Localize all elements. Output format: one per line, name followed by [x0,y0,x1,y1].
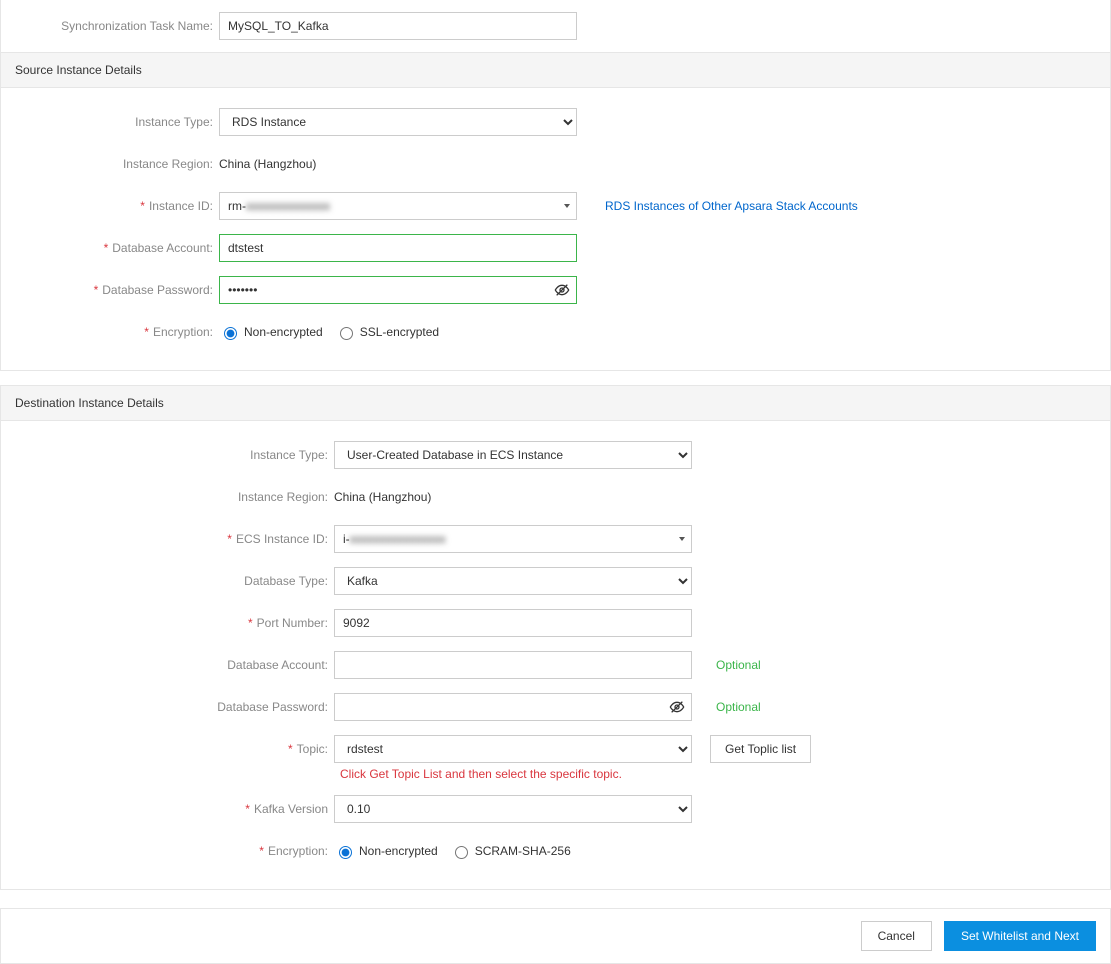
dst-topic-label: *Topic: [1,742,334,756]
dst-kafka-version-label: *Kafka Version [1,802,334,816]
src-encryption-label: *Encryption: [1,325,219,339]
eye-icon[interactable] [668,698,686,716]
eye-icon[interactable] [553,281,571,299]
src-region-label: Instance Region: [1,157,219,171]
dst-account-optional: Optional [716,658,761,672]
chevron-down-icon [679,537,685,541]
dst-topic-hint: Click Get Topic List and then select the… [340,767,698,781]
cancel-button[interactable]: Cancel [861,921,932,951]
dst-encryption-label: *Encryption: [1,844,334,858]
dest-section: Destination Instance Details Instance Ty… [0,385,1111,890]
dst-region-value: China (Hangzhou) [334,490,431,504]
dst-db-type-select[interactable]: Kafka [334,567,692,595]
src-region-value: China (Hangzhou) [219,157,316,171]
dst-ecs-id-label: *ECS Instance ID: [1,532,334,546]
rds-other-accounts-link[interactable]: RDS Instances of Other Apsara Stack Acco… [605,199,858,213]
dst-db-password-input[interactable] [334,693,692,721]
dst-password-optional: Optional [716,700,761,714]
dst-encryption-non[interactable]: Non-encrypted [334,843,438,859]
task-name-label: Synchronization Task Name: [1,19,219,33]
src-db-password-label: *Database Password: [1,283,219,297]
dest-header: Destination Instance Details [1,385,1110,421]
dst-instance-type-select[interactable]: User-Created Database in ECS Instance [334,441,692,469]
src-db-account-input[interactable] [219,234,577,262]
src-db-account-label: *Database Account: [1,241,219,255]
dst-encryption-scram[interactable]: SCRAM-SHA-256 [450,843,571,859]
src-encryption-ssl[interactable]: SSL-encrypted [335,324,439,340]
dst-db-account-input[interactable] [334,651,692,679]
src-instance-id-label: *Instance ID: [1,199,219,213]
get-topic-list-button[interactable]: Get Toplic list [710,735,811,763]
dst-ecs-id-combo[interactable]: i-xxxxxxxxxxxxxxxx [334,525,692,553]
dst-db-type-label: Database Type: [1,574,334,588]
src-db-password-input[interactable] [219,276,577,304]
dst-port-input[interactable] [334,609,692,637]
src-instance-type-select[interactable]: RDS Instance [219,108,577,136]
dst-instance-type-label: Instance Type: [1,448,334,462]
src-instance-id-combo[interactable]: rm-xxxxxxxxxxxxxx [219,192,577,220]
dst-region-label: Instance Region: [1,490,334,504]
task-name-input[interactable] [219,12,577,40]
footer-actions: Cancel Set Whitelist and Next [0,908,1111,964]
task-name-row: Synchronization Task Name: [0,0,1111,52]
set-whitelist-next-button[interactable]: Set Whitelist and Next [944,921,1096,951]
dst-kafka-version-select[interactable]: 0.10 [334,795,692,823]
dst-db-account-label: Database Account: [1,658,334,672]
src-instance-type-label: Instance Type: [1,115,219,129]
chevron-down-icon [564,204,570,208]
source-header: Source Instance Details [1,52,1110,88]
src-encryption-non[interactable]: Non-encrypted [219,324,323,340]
dst-port-label: *Port Number: [1,616,334,630]
source-section: Source Instance Details Instance Type: R… [0,52,1111,371]
dst-topic-select[interactable]: rdstest [334,735,692,763]
dst-db-password-label: Database Password: [1,700,334,714]
